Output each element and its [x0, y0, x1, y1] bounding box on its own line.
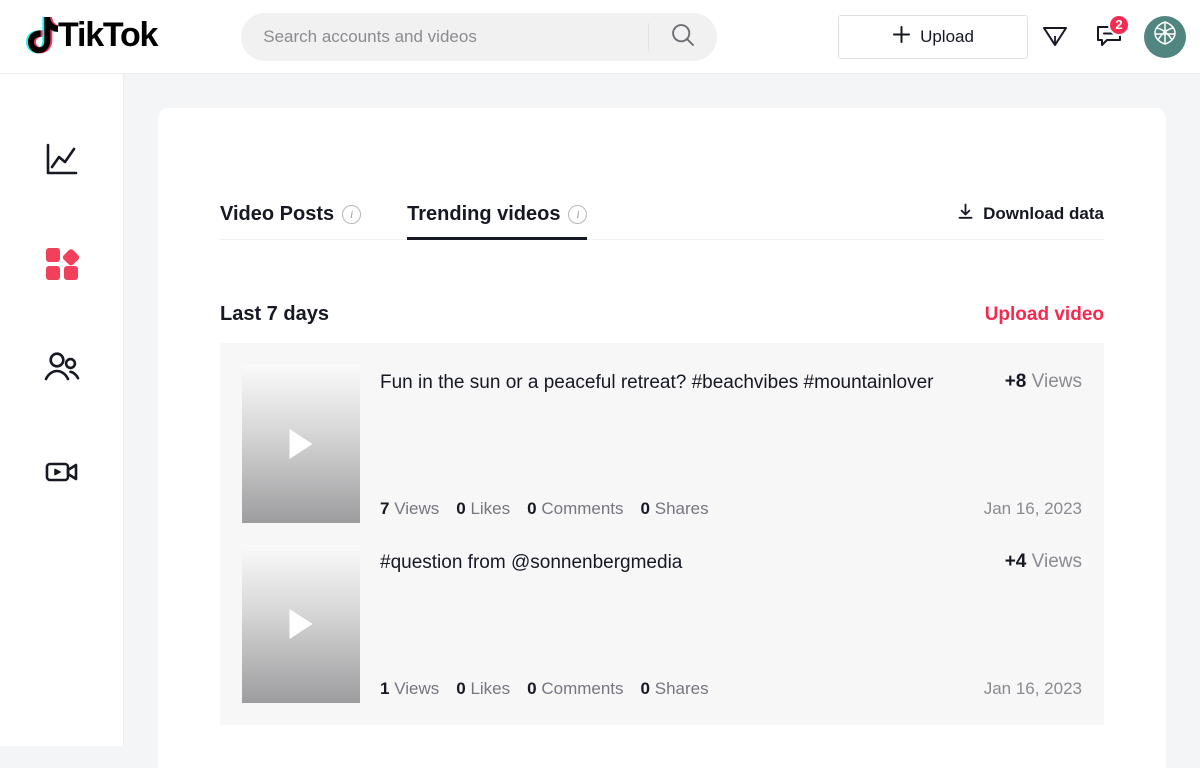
top-header: TikTok Upload [0, 0, 1200, 74]
plus-icon [892, 25, 911, 49]
play-icon [290, 609, 313, 639]
tiktok-note-icon [16, 15, 58, 59]
stat-shares-value: 0 [641, 679, 650, 698]
play-icon [290, 429, 313, 459]
download-icon [957, 203, 974, 225]
stat-shares: 0 Shares [641, 679, 709, 699]
avatar[interactable] [1144, 16, 1186, 58]
tiktok-wordmark: TikTok [58, 16, 157, 55]
trending-video-list: Fun in the sun or a peaceful retreat? #b… [220, 343, 1104, 725]
stat-comments: 0 Comments [527, 499, 623, 519]
stat-likes: 0 Likes [456, 679, 510, 699]
sidebar-item-content[interactable] [0, 214, 123, 318]
stat-likes: 0 Likes [456, 499, 510, 519]
video-delta: +8 Views [1005, 371, 1082, 393]
stat-views-value: 1 [380, 679, 389, 698]
messages-badge: 2 [1108, 14, 1130, 36]
video-list-item[interactable]: Fun in the sun or a peaceful retreat? #b… [220, 365, 1104, 545]
stat-likes-value: 0 [456, 499, 465, 518]
upload-video-link[interactable]: Upload video [985, 304, 1104, 326]
stat-shares: 0 Shares [641, 499, 709, 519]
stat-views: 7 Views [380, 499, 439, 519]
video-delta-value: +8 [1005, 371, 1027, 392]
stat-shares-label: Shares [655, 679, 709, 698]
page-body: Video Posts i Trending videos i Download… [124, 74, 1200, 746]
stat-views-label: Views [394, 679, 439, 698]
tab-trending-videos-label: Trending videos [407, 203, 560, 226]
video-list-item[interactable]: #question from @sonnenbergmedia +4 Views… [220, 545, 1104, 725]
upload-button-label: Upload [920, 27, 974, 47]
video-date: Jan 16, 2023 [984, 499, 1082, 519]
section-header: Last 7 days Upload video [220, 303, 1104, 326]
stat-comments: 0 Comments [527, 679, 623, 699]
leaf-logo-avatar-icon [1148, 17, 1182, 56]
paper-plane-icon [1040, 20, 1070, 53]
video-title-row: Fun in the sun or a peaceful retreat? #b… [380, 371, 1082, 396]
video-title-row: #question from @sonnenbergmedia +4 Views [380, 551, 1082, 576]
video-delta-label: Views [1032, 551, 1082, 572]
page-title: Last 7 days [220, 303, 329, 326]
video-title: Fun in the sun or a peaceful retreat? #b… [380, 371, 1005, 396]
stat-comments-value: 0 [527, 499, 536, 518]
video-thumbnail[interactable] [242, 365, 360, 523]
sidebar-item-analytics[interactable] [0, 110, 123, 214]
video-details: Fun in the sun or a peaceful retreat? #b… [380, 365, 1082, 523]
stat-likes-label: Likes [470, 679, 510, 698]
video-date: Jan 16, 2023 [984, 679, 1082, 699]
stat-shares-label: Shares [655, 499, 709, 518]
download-data-button[interactable]: Download data [957, 203, 1104, 239]
stat-views: 1 Views [380, 679, 439, 699]
search-input[interactable] [263, 27, 643, 47]
video-delta-value: +4 [1005, 551, 1027, 572]
stat-comments-value: 0 [527, 679, 536, 698]
people-icon [40, 346, 84, 395]
line-chart-icon [40, 138, 84, 187]
search-bar[interactable] [241, 13, 717, 61]
grid-squares-icon [40, 242, 84, 291]
stat-comments-label: Comments [541, 499, 623, 518]
video-stats: 1 Views 0 Likes 0 Comments 0 Shares [380, 679, 709, 699]
stat-likes-label: Likes [470, 499, 510, 518]
download-data-label: Download data [983, 204, 1104, 224]
video-delta-label: Views [1032, 371, 1082, 392]
search-icon [669, 21, 697, 52]
analytics-card: Video Posts i Trending videos i Download… [158, 108, 1166, 768]
tab-bar: Video Posts i Trending videos i Download… [220, 188, 1104, 240]
messages-button[interactable]: 2 [1082, 13, 1136, 61]
stat-views-value: 7 [380, 499, 389, 518]
tab-video-posts[interactable]: Video Posts i [220, 203, 361, 239]
upload-button[interactable]: Upload [838, 15, 1028, 59]
sidebar-item-followers[interactable] [0, 318, 123, 422]
stat-comments-label: Comments [541, 679, 623, 698]
tab-trending-videos[interactable]: Trending videos i [407, 203, 587, 239]
info-icon[interactable]: i [342, 205, 361, 224]
left-sidebar [0, 74, 124, 746]
video-details: #question from @sonnenbergmedia +4 Views… [380, 545, 1082, 703]
video-camera-icon [40, 450, 84, 499]
sidebar-item-videos[interactable] [0, 422, 123, 526]
info-icon[interactable]: i [568, 205, 587, 224]
header-actions: Upload 2 [838, 13, 1186, 61]
inbox-button[interactable] [1028, 13, 1082, 61]
video-stats-row: 1 Views 0 Likes 0 Comments 0 Shares Jan … [380, 679, 1082, 699]
video-delta: +4 Views [1005, 551, 1082, 573]
stat-shares-value: 0 [641, 499, 650, 518]
stat-views-label: Views [394, 499, 439, 518]
search-button[interactable] [649, 13, 717, 61]
video-title: #question from @sonnenbergmedia [380, 551, 1005, 576]
tiktok-logo[interactable]: TikTok [16, 12, 157, 62]
tab-video-posts-label: Video Posts [220, 203, 334, 226]
video-stats: 7 Views 0 Likes 0 Comments 0 Shares [380, 499, 709, 519]
video-thumbnail[interactable] [242, 545, 360, 703]
video-stats-row: 7 Views 0 Likes 0 Comments 0 Shares Jan … [380, 499, 1082, 519]
stat-likes-value: 0 [456, 679, 465, 698]
